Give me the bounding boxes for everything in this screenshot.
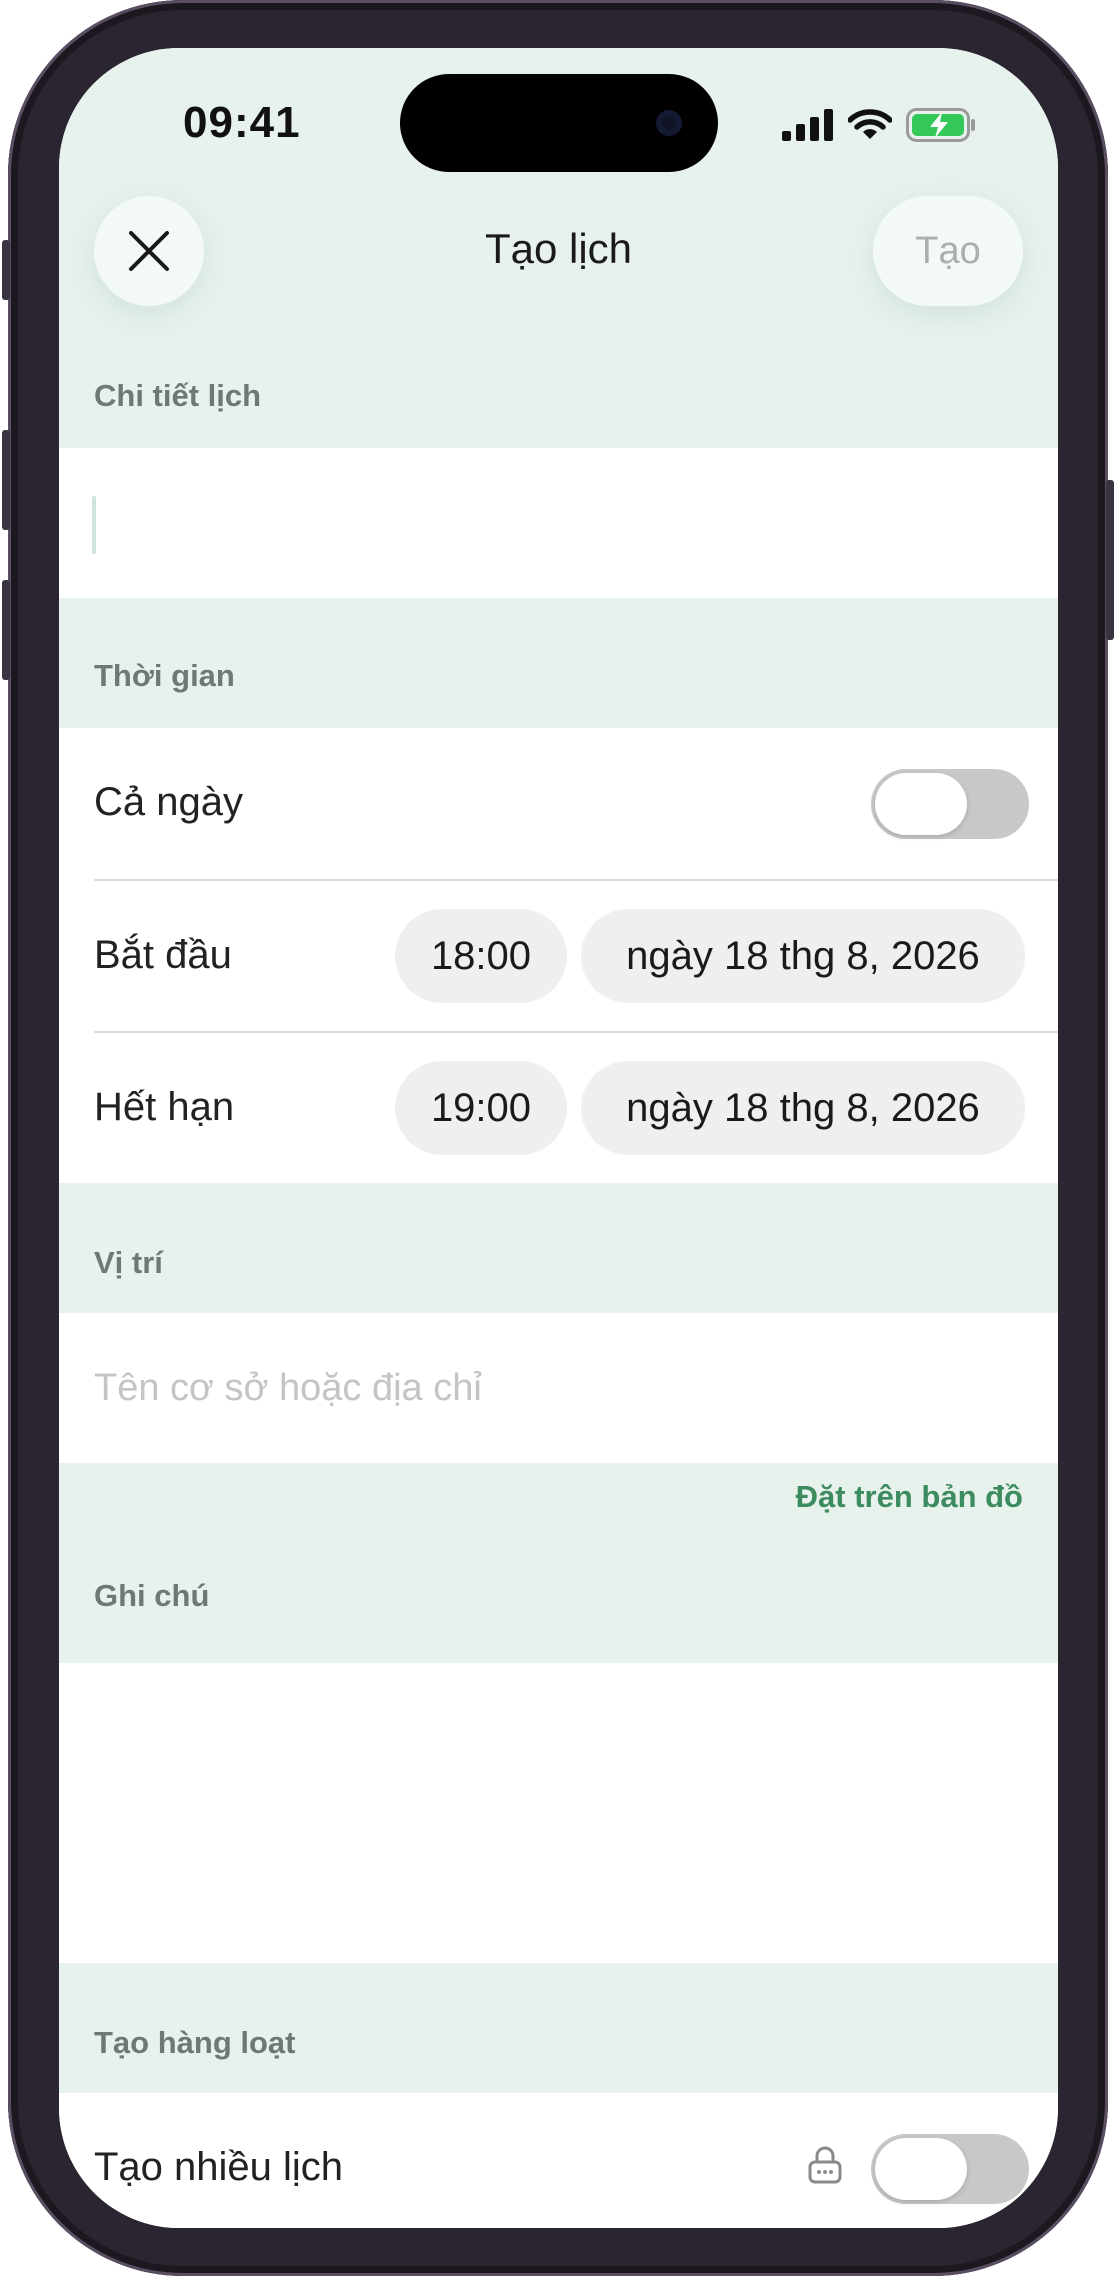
start-date-pill[interactable]: ngày 18 thg 8, 2026 bbox=[581, 909, 1025, 1003]
calendar-title-field[interactable] bbox=[59, 448, 1058, 598]
multi-create-toggle[interactable] bbox=[871, 2134, 1029, 2204]
notes-section-label: Ghi chú bbox=[94, 1578, 210, 1613]
text-caret bbox=[92, 496, 96, 554]
create-button[interactable]: Tạo bbox=[873, 196, 1023, 306]
wifi-icon bbox=[848, 109, 892, 139]
location-placeholder: Tên cơ sở hoặc địa chỉ bbox=[94, 1367, 482, 1409]
all-day-label: Cả ngày bbox=[94, 780, 243, 824]
start-row: Bắt đầu 18:00 ngày 18 thg 8, 2026 bbox=[59, 881, 1058, 1031]
end-time-pill[interactable]: 19:00 bbox=[395, 1061, 567, 1155]
details-section: Chi tiết lịch bbox=[59, 368, 1058, 448]
location-section: Vị trí bbox=[59, 1183, 1058, 1313]
batch-section: Tạo hàng loạt bbox=[59, 1963, 1058, 2093]
end-date-pill[interactable]: ngày 18 thg 8, 2026 bbox=[581, 1061, 1025, 1155]
volume-up-button bbox=[2, 430, 10, 530]
time-section: Thời gian bbox=[59, 598, 1058, 728]
camera-icon bbox=[656, 110, 682, 136]
multi-create-row[interactable]: Tạo nhiều lịch bbox=[59, 2093, 1058, 2228]
screen: 09:41 Tạo lịch Tạo Chi tiết lịch Thời gi… bbox=[59, 48, 1058, 2228]
battery-charging-icon bbox=[906, 108, 975, 142]
toggle-knob bbox=[875, 2138, 967, 2200]
volume-down-button bbox=[2, 580, 10, 680]
status-icons bbox=[782, 108, 976, 142]
toggle-knob bbox=[875, 773, 967, 835]
time-section-label: Thời gian bbox=[94, 658, 235, 693]
all-day-row[interactable]: Cả ngày bbox=[59, 728, 1058, 880]
batch-section-label: Tạo hàng loạt bbox=[94, 2025, 296, 2060]
dynamic-island bbox=[400, 74, 718, 172]
notes-section: Đặt trên bản đồ Ghi chú bbox=[59, 1463, 1058, 1663]
end-row: Hết hạn 19:00 ngày 18 thg 8, 2026 bbox=[59, 1033, 1058, 1183]
multi-create-label: Tạo nhiều lịch bbox=[94, 2145, 344, 2189]
start-time-pill[interactable]: 18:00 bbox=[395, 909, 567, 1003]
location-field[interactable]: Tên cơ sở hoặc địa chỉ bbox=[59, 1313, 1058, 1463]
lock-icon bbox=[808, 2146, 842, 2184]
set-on-map-link[interactable]: Đặt trên bản đồ bbox=[796, 1479, 1023, 1515]
notes-field[interactable] bbox=[59, 1663, 1058, 1963]
mute-switch bbox=[2, 240, 10, 300]
start-label: Bắt đầu bbox=[94, 933, 232, 977]
location-section-label: Vị trí bbox=[94, 1245, 163, 1280]
signal-icon bbox=[782, 109, 833, 141]
power-button bbox=[1106, 480, 1114, 640]
status-time: 09:41 bbox=[183, 98, 301, 147]
all-day-toggle[interactable] bbox=[871, 769, 1029, 839]
details-section-label: Chi tiết lịch bbox=[94, 378, 262, 413]
end-label: Hết hạn bbox=[94, 1085, 235, 1129]
